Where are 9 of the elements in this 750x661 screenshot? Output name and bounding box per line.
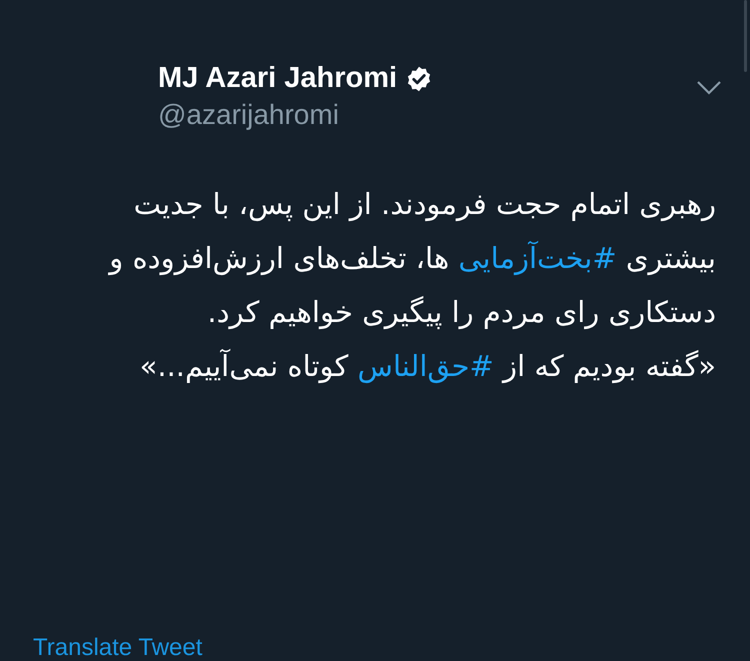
translate-link[interactable]: Translate Tweet: [33, 634, 202, 661]
tweet-text: «گفته بودیم که از #حق‌الناس کوتاه نمی‌آییم...»: [138, 348, 716, 386]
tweet-text: رهبری اتمام حجت فرمودند. از این پس، با جدیت بیشتری #بخت‌آزمایی ها، تخلف‌های ارزش‌افزوده و دستکاری رای مردم را پیگیری خواهیم کرد.: [107, 186, 716, 332]
hashtag-link[interactable]: #حق‌الناس: [358, 349, 494, 383]
chevron-down-icon[interactable]: [696, 80, 722, 96]
scrollbar[interactable]: [744, 0, 747, 72]
author-handle[interactable]: @azarijahromi: [158, 99, 434, 131]
hashtag-link[interactable]: #بخت‌آزمایی: [458, 241, 617, 275]
author-name[interactable]: MJ Azari Jahromi: [158, 62, 398, 95]
